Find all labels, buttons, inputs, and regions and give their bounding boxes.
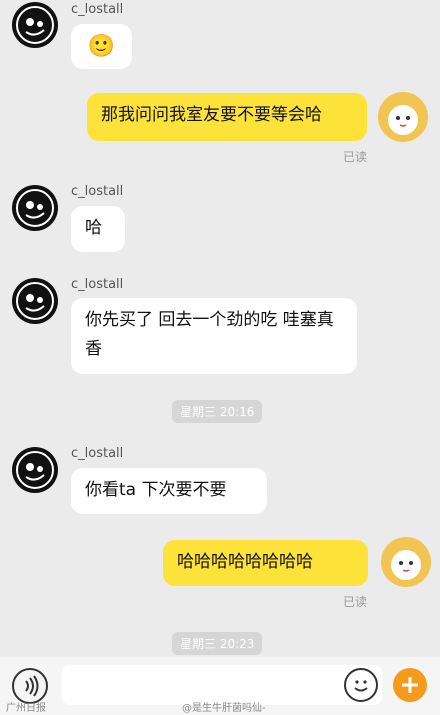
avatar-self[interactable] <box>381 537 431 587</box>
sender-name: c_lostall <box>71 446 124 461</box>
avatar[interactable] <box>12 185 58 231</box>
message-bubble[interactable]: 哈 <box>71 206 125 252</box>
plus-icon[interactable] <box>393 668 427 702</box>
message-bubble[interactable]: 你先买了 回去一个劲的吃 哇塞真香 <box>71 298 357 374</box>
read-status: 已读 <box>343 595 368 609</box>
sender-name: c_lostall <box>71 277 124 292</box>
avatar[interactable] <box>12 447 58 493</box>
message-bubble-self[interactable]: 哈哈哈哈哈哈哈哈 <box>163 540 368 586</box>
timestamp: 星期三 20:23 <box>172 632 263 655</box>
message-bubble[interactable]: 🙂 <box>71 24 132 69</box>
avatar-self[interactable] <box>378 92 428 142</box>
read-status: 已读 <box>343 150 368 164</box>
avatar[interactable] <box>12 2 58 48</box>
sender-name: c_lostall <box>71 184 124 199</box>
message-bubble[interactable]: 你看ta 下次要不要 <box>71 468 267 514</box>
watermark-left: 广州日报 <box>6 703 46 714</box>
emoji-icon[interactable] <box>344 668 378 702</box>
message-bubble-self[interactable]: 那我问问我室友要不要等会哈 <box>87 93 367 141</box>
avatar[interactable] <box>12 278 58 324</box>
sender-name: c_lostall <box>71 2 124 17</box>
watermark-right: @是生牛肝菌吗仙- <box>182 703 266 714</box>
timestamp: 星期三 20:16 <box>172 400 263 423</box>
